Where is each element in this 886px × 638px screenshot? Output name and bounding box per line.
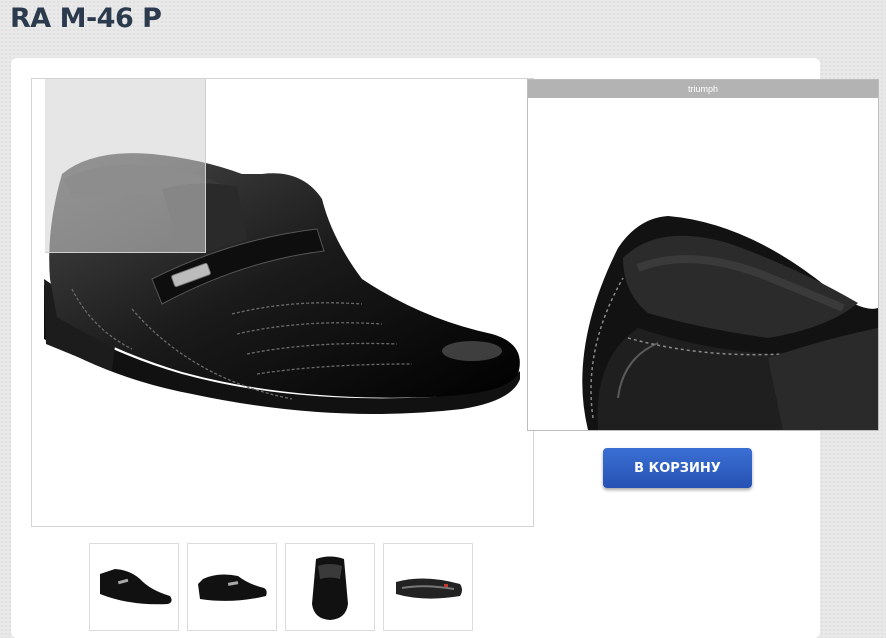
zoomed-shoe-image [528, 98, 878, 430]
thumbnail-1[interactable] [89, 543, 179, 631]
add-to-cart-button[interactable]: В КОРЗИНУ [603, 448, 752, 488]
thumbnail-shoe-front-icon [312, 556, 348, 620]
thumbnail-shoe-sole-icon [396, 578, 462, 599]
thumbnail-3[interactable] [285, 543, 375, 631]
thumbnail-2[interactable] [187, 543, 277, 631]
thumbnail-shoe-side-icon [100, 569, 172, 605]
zoom-caption: triumph [528, 80, 878, 98]
zoom-window: triumph [527, 79, 879, 431]
thumbnail-4[interactable] [383, 543, 473, 631]
page-title: RA M-46 P [10, 3, 162, 34]
main-product-image[interactable] [31, 78, 534, 527]
thumbnail-shoe-profile-icon [198, 574, 267, 601]
zoom-lens[interactable] [45, 79, 206, 253]
